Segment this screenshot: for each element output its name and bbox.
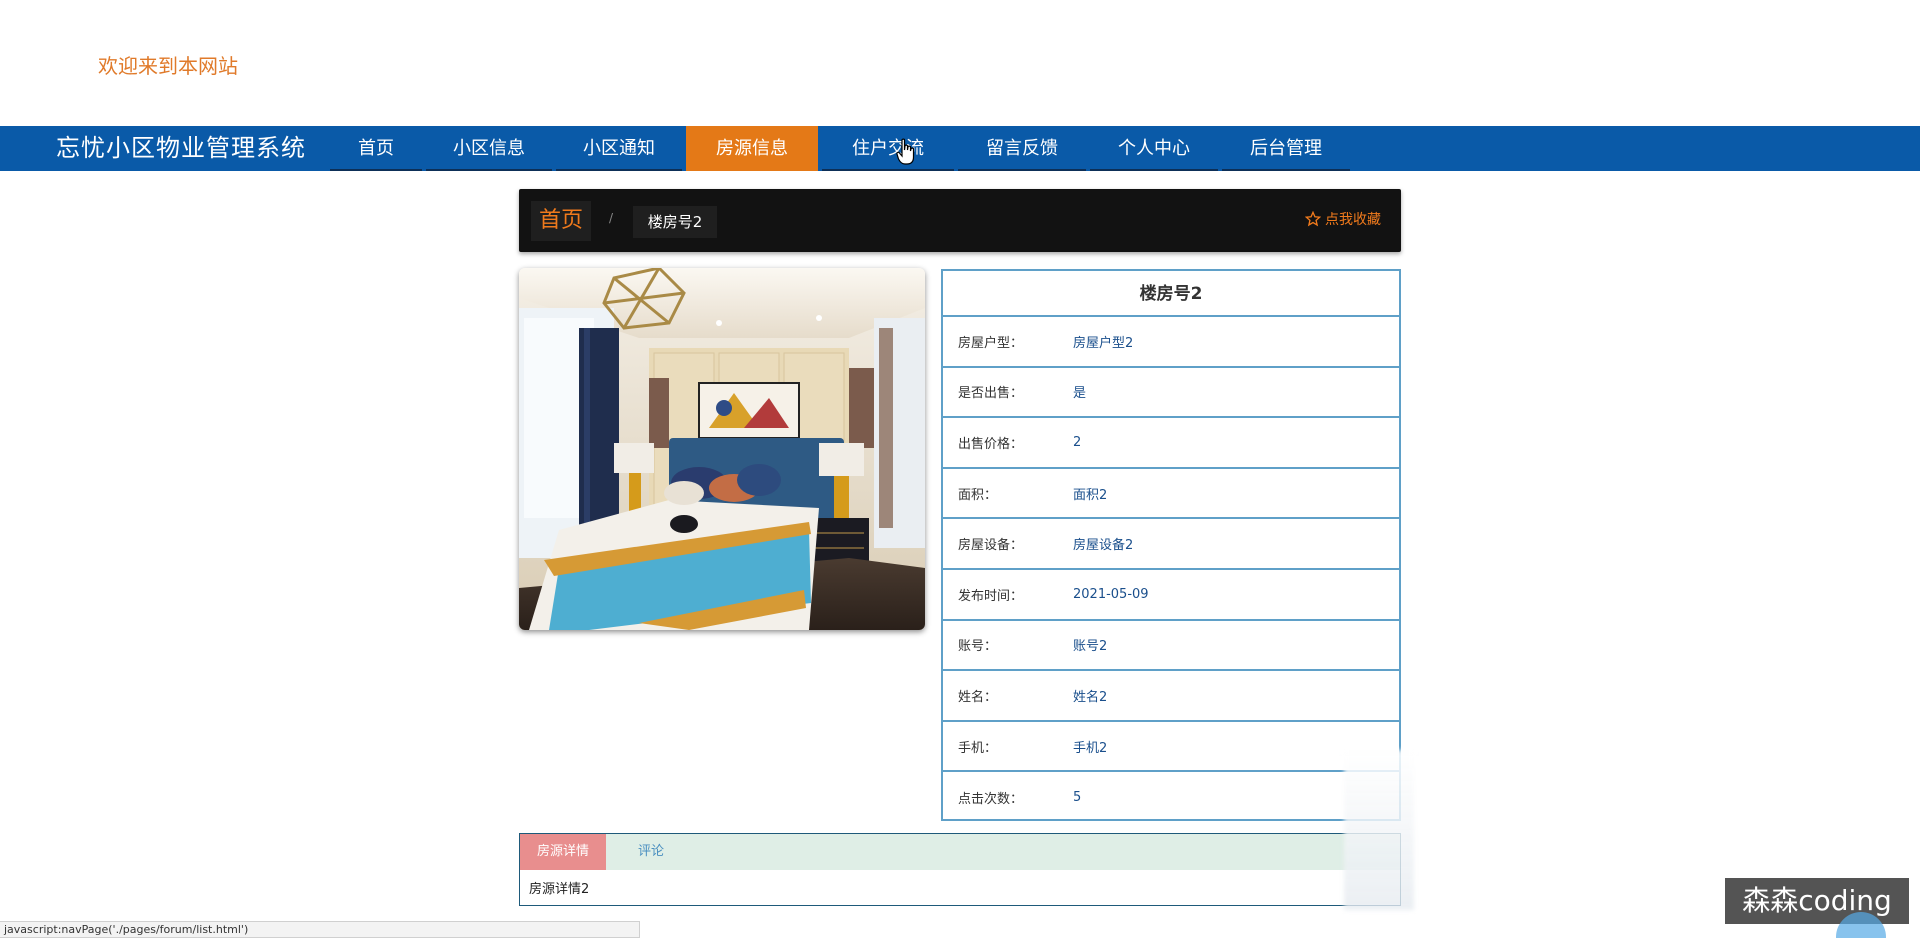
detail-value: 2 [1073,434,1082,450]
detail-label: 发布时间： [958,588,1024,604]
detail-value: 面积2 [1073,487,1108,503]
house-detail-table: 楼房号2 房屋户型： 房屋户型2 是否出售： 是 出售价格： 2 面积： 面积2… [941,269,1401,821]
detail-label: 手机： [958,740,998,756]
nav-home[interactable]: 首页 [330,126,422,171]
nav-admin[interactable]: 后台管理 [1222,126,1350,171]
detail-row: 账号： 账号2 [943,621,1399,672]
detail-label: 姓名： [958,689,998,705]
nav-community-notice[interactable]: 小区通知 [556,126,682,171]
main-nav: 忘忧小区物业管理系统 首页 小区信息 小区通知 房源信息 住户交流 留言反馈 个… [0,126,1920,171]
detail-value: 房屋户型2 [1073,335,1134,351]
detail-label: 房屋设备： [958,538,1024,554]
nav-personal-center[interactable]: 个人中心 [1090,126,1218,171]
browser-status-bar: javascript:navPage('./pages/forum/list.h… [0,921,640,938]
bedroom-image [519,268,925,630]
nav-community-info[interactable]: 小区信息 [426,126,552,171]
welcome-text: 欢迎来到本网站 [98,54,238,78]
tab-house-detail[interactable]: 房源详情 [520,834,607,870]
detail-label: 是否出售： [958,386,1024,402]
detail-label: 账号： [958,639,998,655]
favorite-button[interactable]: 点我收藏 [1305,209,1381,229]
breadcrumb-home-link[interactable]: 首页 [531,201,591,241]
site-brand[interactable]: 忘忧小区物业管理系统 [56,126,306,171]
detail-label: 出售价格： [958,436,1024,452]
favorite-label: 点我收藏 [1325,212,1381,228]
detail-value: 5 [1073,790,1082,806]
tab-comments[interactable]: 评论 [606,834,681,870]
detail-row: 房屋户型： 房屋户型2 [943,317,1399,368]
breadcrumb-separator: / [609,211,614,225]
star-icon [1305,211,1321,227]
detail-label: 面积： [958,487,998,503]
detail-row: 发布时间： 2021-05-09 [943,570,1399,621]
breadcrumb-bar: 首页 / 楼房号2 点我收藏 [519,189,1401,252]
detail-value: 2021-05-09 [1073,586,1149,602]
detail-tabs: 房源详情 评论 房源详情2 [519,833,1401,906]
detail-value: 手机2 [1073,740,1108,756]
tab-strip: 房源详情 评论 [520,834,1400,870]
detail-title: 楼房号2 [943,271,1399,317]
detail-label: 点击次数： [958,792,1024,808]
detail-value: 房屋设备2 [1073,538,1134,554]
house-photo [519,268,925,630]
watermark: 森森coding [1725,878,1909,924]
floating-toolbar [1344,750,1414,910]
detail-label: 房屋户型： [958,335,1024,351]
detail-row: 是否出售： 是 [943,368,1399,419]
nav-housing-info[interactable]: 房源信息 [686,126,818,171]
detail-row: 手机： 手机2 [943,722,1399,773]
detail-value: 账号2 [1073,639,1108,655]
tab-content: 房源详情2 [529,882,590,897]
detail-value: 姓名2 [1073,689,1108,705]
nav-items: 首页 小区信息 小区通知 房源信息 住户交流 留言反馈 个人中心 后台管理 [330,126,1354,171]
breadcrumb-current: 楼房号2 [633,206,717,238]
detail-row: 出售价格： 2 [943,418,1399,469]
nav-feedback[interactable]: 留言反馈 [958,126,1086,171]
detail-row: 姓名： 姓名2 [943,671,1399,722]
detail-value: 是 [1073,386,1087,402]
detail-row: 面积： 面积2 [943,469,1399,520]
detail-row: 点击次数： 5 [943,772,1399,823]
detail-row: 房屋设备： 房屋设备2 [943,519,1399,570]
nav-resident-forum[interactable]: 住户交流 [822,126,954,171]
top-header: 欢迎来到本网站 [0,0,1920,126]
hand-cursor-icon [896,138,915,165]
